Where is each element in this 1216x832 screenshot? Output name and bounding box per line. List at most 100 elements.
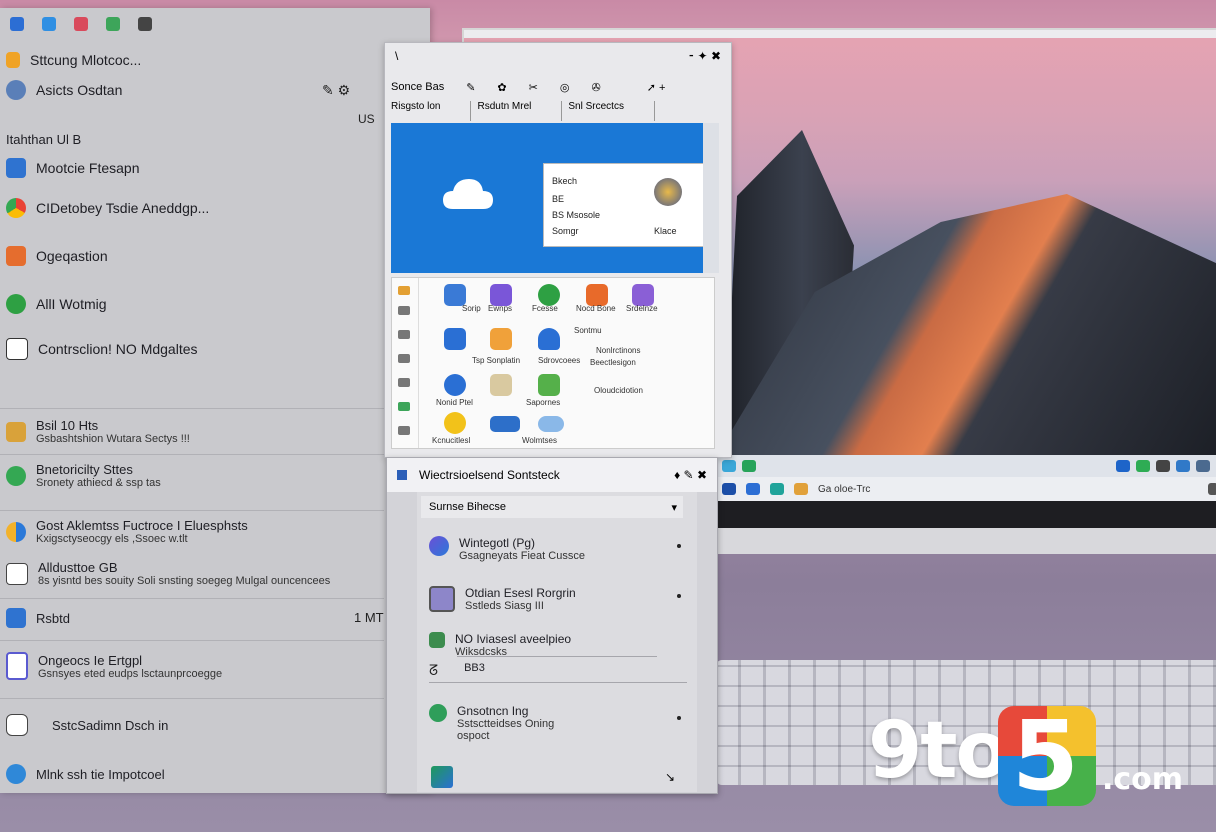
list-item[interactable]: Otdian Esesl Rorgrin Sstleds Siasg III [429,586,687,612]
nav-icon[interactable] [398,402,410,411]
app-icon[interactable] [1176,460,1190,472]
app-icon[interactable] [794,483,808,495]
tool-icon[interactable]: ✿ [497,81,506,94]
tab[interactable]: Risgsto lon [391,101,472,121]
app-icon[interactable] [1156,460,1170,472]
tool-icon[interactable]: ◎ [560,81,570,94]
app-icon[interactable] [444,374,466,396]
tool-icon[interactable]: ➚ + [647,81,666,94]
app-label: Sontmu [574,326,602,335]
section-item[interactable]: Ongeocs Ie Ertgpl Gsnsyes eted eudps lsct… [6,652,222,680]
tool-icon[interactable]: ✎ [466,81,475,94]
app-icon[interactable] [746,483,760,495]
nav-icon[interactable] [398,354,410,363]
app-icon[interactable] [74,17,88,31]
app-icon[interactable] [538,284,560,306]
menu-item[interactable]: AllI Wotmig [6,294,107,314]
list-item[interactable]: Wintegotl (Pg) Gsagneyats Fieat Cussce [429,536,687,562]
app-icon[interactable] [10,17,24,31]
app-icon[interactable] [138,17,152,31]
expand-icon[interactable]: ↘ [665,770,675,784]
app-icon[interactable] [106,17,120,31]
app-icon[interactable] [444,328,466,350]
nav-icon[interactable] [398,378,410,387]
document-icon [6,562,28,585]
section-item[interactable]: Bnetoricilty Sttes Sronety athiecd & ssp … [6,462,161,489]
tool-icon[interactable]: ✂ [529,81,538,94]
app-icon[interactable] [742,460,756,472]
section-item[interactable]: Mlnk ssh tie Impotcoel [6,764,165,784]
top-icon-row [0,8,430,40]
menu-item[interactable]: Asicts Osdtan [6,80,122,100]
start-panel: Sttcung Mlotcoc... Asicts Osdtan ✎ ⚙ US … [0,8,430,793]
app-icon[interactable] [444,284,466,306]
app-icon[interactable] [722,460,736,472]
section-item[interactable]: Rsbtd [6,608,70,628]
menu-item-label: Asicts Osdtan [36,82,123,98]
app-icon[interactable] [1136,460,1150,472]
section-item[interactable]: Alldusttoe GB 8s yisntd bes souity Soli s… [6,560,330,587]
menu-item[interactable]: Contrsclion! NO Mdgaltes [6,338,198,360]
nav-icon[interactable] [398,286,410,295]
9to5-logo: 9to 5 .com [868,700,1198,812]
app-icon [6,294,26,314]
app-icon[interactable] [538,328,560,350]
app-icon [6,80,26,100]
divider [0,598,384,599]
back-icon[interactable]: \ [395,49,398,63]
app-label: Kcnucitlesl [432,436,471,445]
app-label: Sorip [462,304,481,313]
row-title: Wintegotl (Pg) [459,536,536,550]
section-item[interactable]: Gost Aklemtss Fuctroce I Eluesphsts Kxigs… [6,518,248,545]
window-controls[interactable]: ⁃ ✦ ✖ [688,49,721,63]
popup-card[interactable]: Bkech BE BS Msosole Somgr Klace [543,163,705,247]
app-icon[interactable] [490,284,512,306]
section-item[interactable]: SstcSadimn Dsch in [6,714,168,736]
more-icon[interactable] [677,594,681,598]
app-icon[interactable] [538,374,560,396]
nav-icon[interactable] [398,330,410,339]
app-icon[interactable] [770,483,784,495]
tray-icon[interactable] [1208,483,1216,495]
more-icon[interactable] [677,544,681,548]
list-item[interactable]: Gnsotncn Ing Sstsctteidses Oning ospoct [429,704,687,742]
app-icon[interactable] [490,374,512,396]
app-icon[interactable] [490,328,512,350]
list-item[interactable]: NO Iviasesl aveelpieo Wiksdcsks [429,632,687,658]
menu-item[interactable]: Ogeqastion [6,246,108,266]
toolbar: Sonce Bas ✎ ✿ ✂ ◎ ✇ ➚ + [385,73,731,101]
app-label: Sapornes [526,398,561,407]
app-icon[interactable] [444,412,466,434]
app-icon[interactable] [42,17,56,31]
menu-item[interactable]: Sttcung Mlotcoc... [6,52,141,68]
app-icon [6,158,26,178]
tab[interactable]: Snl Srcectcs [568,101,655,121]
app-icon[interactable] [431,766,453,788]
dropdown[interactable]: Surnse Bihecse ▾ [421,496,683,518]
menu-item[interactable]: Mootcie Ftesapn [6,158,140,178]
app-icon[interactable] [586,284,608,306]
window-controls[interactable]: ♦ ✎ ✖ [674,468,707,482]
app-icon[interactable] [1196,460,1210,472]
nav-icon[interactable] [398,306,410,315]
app-icon[interactable] [538,416,564,432]
app-icon[interactable] [632,284,654,306]
app-label: Sdrovcoees [538,356,581,365]
tool-icon[interactable]: ✇ [591,81,600,94]
pin-icon[interactable]: ✎ ⚙ [322,82,350,99]
nav-icon[interactable] [398,426,410,435]
avatar [654,178,682,206]
tab[interactable]: Rsdutn Mrel [477,101,563,121]
more-icon[interactable] [677,716,681,720]
menu-item[interactable]: CIDetobey Tsdie Aneddgp... [6,198,209,218]
toolbar-label: Sonce Bas [391,81,445,93]
section-item[interactable]: Bsil 10 Hts Gsbashtshion Wutara Sectys !!… [6,418,190,445]
logo-digit: 5 [1012,700,1079,812]
chrome-icon [6,198,26,218]
chevron-down-icon: ▾ [671,501,677,514]
app-icon[interactable] [490,416,520,432]
list-item[interactable]: ᘔ BB3 [429,662,687,679]
laptop-bezel [714,501,1216,530]
app-icon[interactable] [1116,460,1130,472]
app-icon[interactable] [722,483,736,495]
